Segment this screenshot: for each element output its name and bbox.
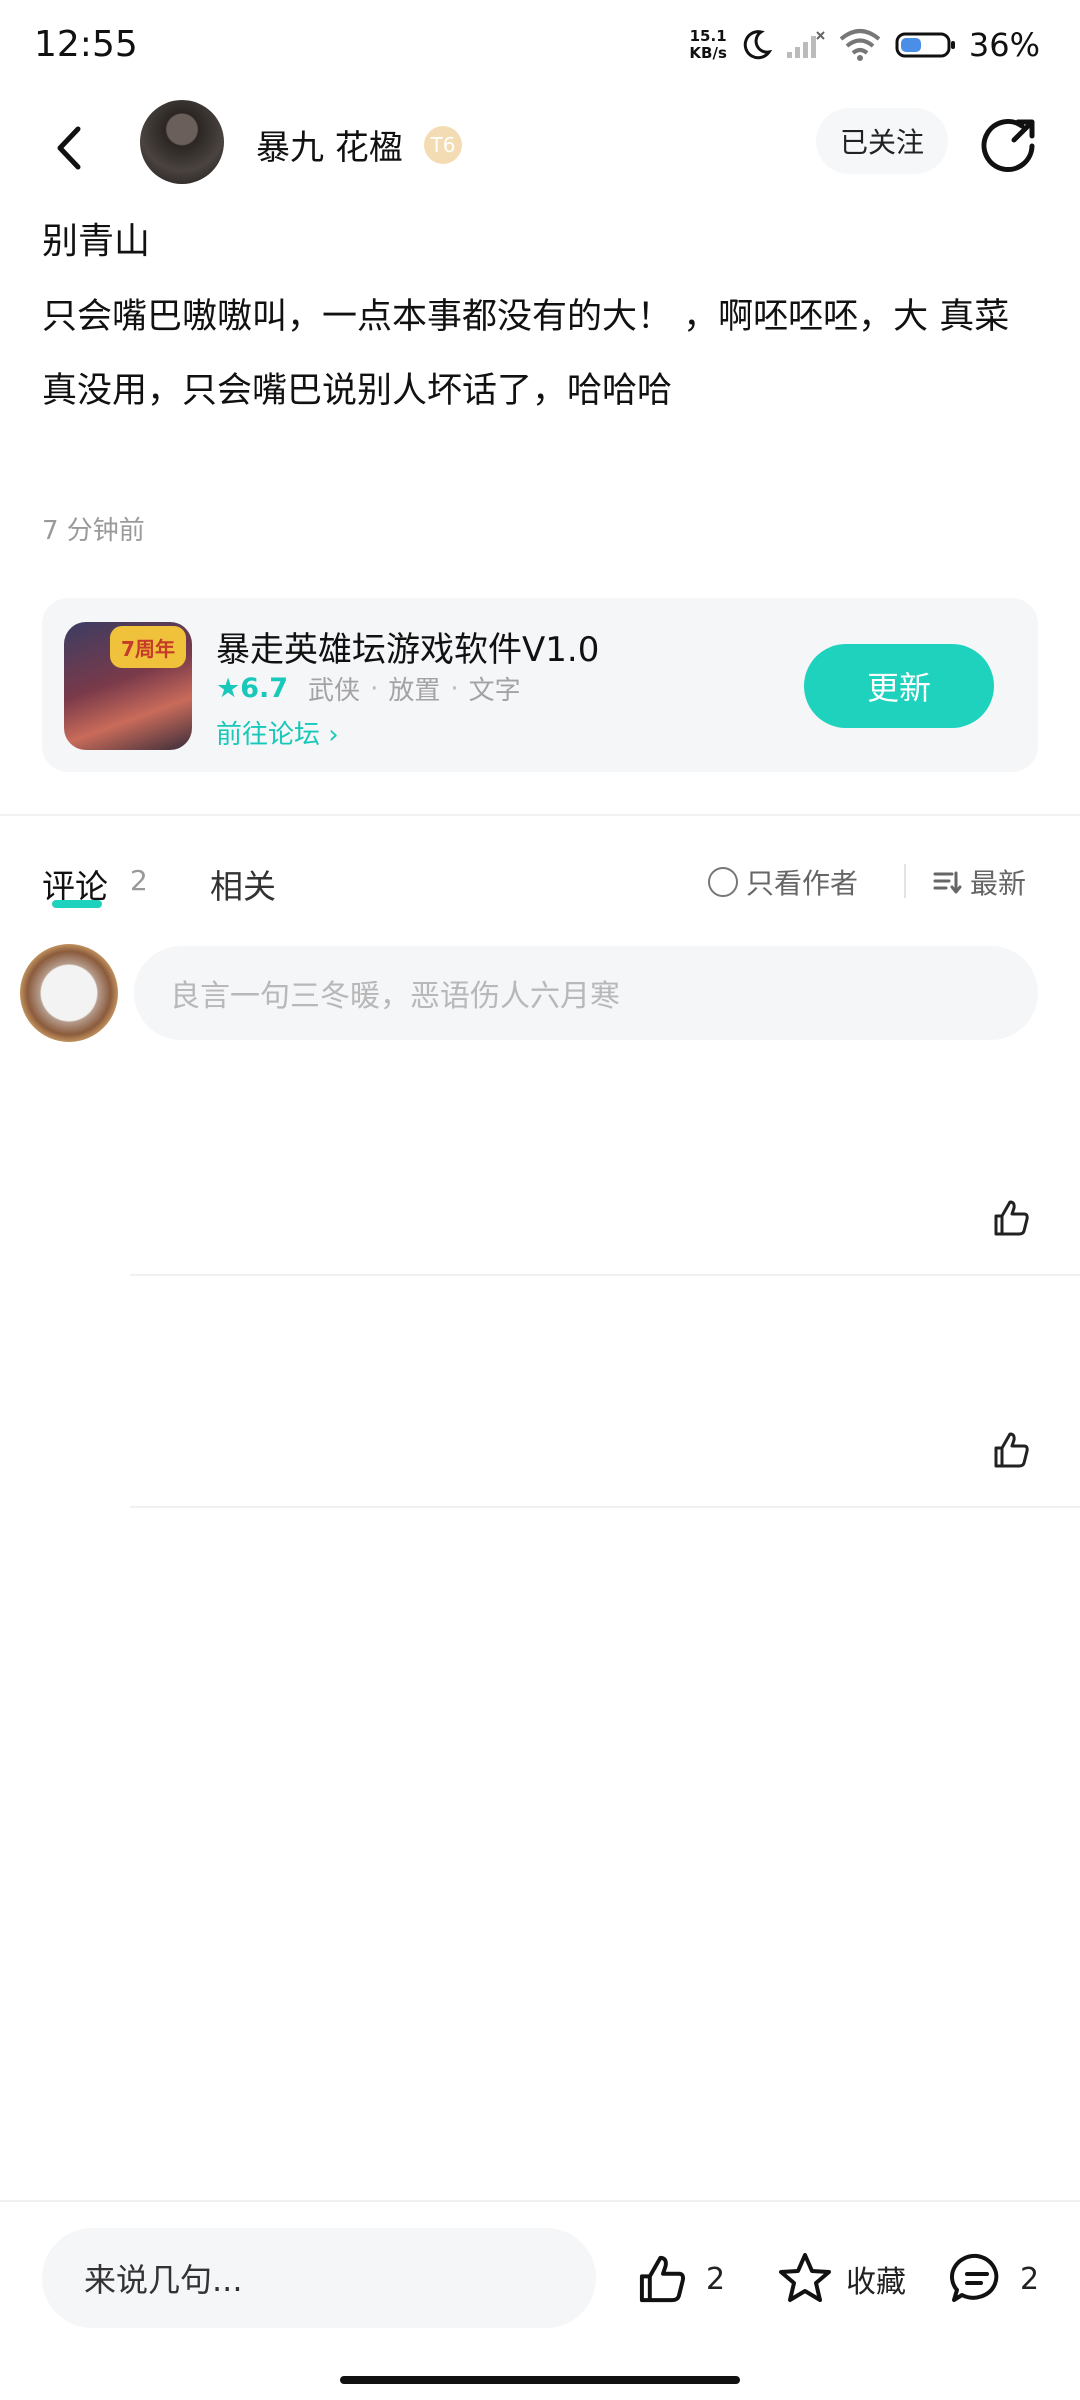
game-tag: 武侠 bbox=[308, 676, 361, 706]
status-indicators: 15.1 KB/s 36% bbox=[689, 26, 1040, 64]
filter-separator bbox=[904, 864, 906, 898]
back-button[interactable] bbox=[40, 118, 100, 178]
sort-icon bbox=[933, 871, 962, 894]
signal-icon bbox=[786, 31, 825, 58]
game-tag: 放置 bbox=[388, 676, 441, 706]
share-button[interactable] bbox=[978, 114, 1040, 176]
moon-icon bbox=[743, 30, 773, 60]
active-tab-indicator bbox=[52, 900, 102, 908]
like-icon[interactable] bbox=[990, 1196, 1034, 1240]
tab-comments-count: 2 bbox=[130, 864, 148, 897]
collect-button[interactable]: 收藏 bbox=[776, 2250, 906, 2308]
comment-bubble-icon bbox=[950, 2253, 999, 2302]
game-name: 暴走英雄坛游戏软件V1.0 bbox=[216, 630, 600, 670]
update-button[interactable]: 更新 bbox=[804, 644, 994, 728]
battery-icon bbox=[895, 32, 955, 58]
level-badge: T6 bbox=[424, 126, 462, 164]
post-title: 别青山 bbox=[42, 221, 151, 262]
tag-separator: · bbox=[370, 673, 379, 704]
share-icon bbox=[981, 119, 1035, 172]
game-tag: 文字 bbox=[468, 676, 521, 706]
my-avatar bbox=[20, 944, 118, 1042]
status-bar: 12:55 15.1 KB/s 36% bbox=[0, 0, 1080, 100]
comment-divider bbox=[130, 1274, 1080, 1276]
forum-link[interactable]: 前往论坛 › bbox=[216, 714, 339, 751]
sort-label: 最新 bbox=[970, 867, 1027, 900]
radio-circle-icon bbox=[708, 867, 738, 897]
bottom-divider bbox=[0, 2200, 1080, 2202]
collect-label: 收藏 bbox=[846, 2265, 906, 2300]
game-meta: ★6.7 武侠 · 放置 · 文字 bbox=[216, 670, 521, 707]
like-count: 2 bbox=[706, 2261, 726, 2297]
bottom-comments-button[interactable]: 2 bbox=[948, 2250, 1039, 2308]
post-timestamp: 7 分钟前 bbox=[42, 516, 145, 546]
comment-count: 2 bbox=[1020, 2261, 1040, 2297]
star-icon bbox=[779, 2253, 831, 2302]
bottom-comment-input[interactable]: 来说几句... bbox=[42, 2228, 596, 2328]
author-avatar[interactable] bbox=[140, 100, 224, 184]
game-card[interactable]: 7周年 暴走英雄坛游戏软件V1.0 ★6.7 武侠 · 放置 · 文字 前往论坛… bbox=[42, 598, 1038, 772]
tag-separator: · bbox=[450, 673, 459, 704]
post-body: 只会嘴巴嗷嗷叫，一点本事都没有的大！ ，啊呸呸呸，大 真菜真没用，只会嘴巴说别人… bbox=[42, 297, 1010, 411]
like-icon[interactable] bbox=[990, 1428, 1034, 1472]
post-detail-page: 12:55 15.1 KB/s 36% 暴九 花楹 T6 已关注 别青山 只会嘴… bbox=[0, 0, 1080, 2400]
sort-button[interactable]: 最新 bbox=[932, 862, 1026, 902]
author-name[interactable]: 暴九 花楹 bbox=[256, 120, 403, 169]
network-speed: 15.1 KB/s bbox=[689, 27, 727, 62]
wifi-icon bbox=[839, 29, 881, 61]
author-only-label: 只看作者 bbox=[746, 867, 859, 900]
tab-related[interactable]: 相关 bbox=[210, 860, 276, 908]
game-rating: ★6.7 bbox=[216, 673, 289, 704]
comment-input[interactable]: 良言一句三冬暖，恶语伤人六月寒 bbox=[134, 946, 1038, 1040]
follow-button[interactable]: 已关注 bbox=[816, 108, 948, 174]
bottom-like-button[interactable]: 2 bbox=[634, 2250, 725, 2308]
back-icon bbox=[57, 126, 81, 170]
author-only-toggle[interactable]: 只看作者 bbox=[708, 862, 858, 902]
game-icon: 7周年 bbox=[64, 622, 192, 750]
home-indicator[interactable] bbox=[340, 2376, 740, 2384]
thumbs-up-icon bbox=[639, 2255, 685, 2303]
battery-percent: 36% bbox=[968, 26, 1040, 64]
comment-divider bbox=[130, 1506, 1080, 1508]
status-time: 12:55 bbox=[34, 24, 138, 65]
section-divider bbox=[0, 814, 1080, 816]
post-header: 暴九 花楹 T6 已关注 bbox=[0, 100, 1080, 200]
anniversary-badge: 7周年 bbox=[110, 626, 186, 668]
